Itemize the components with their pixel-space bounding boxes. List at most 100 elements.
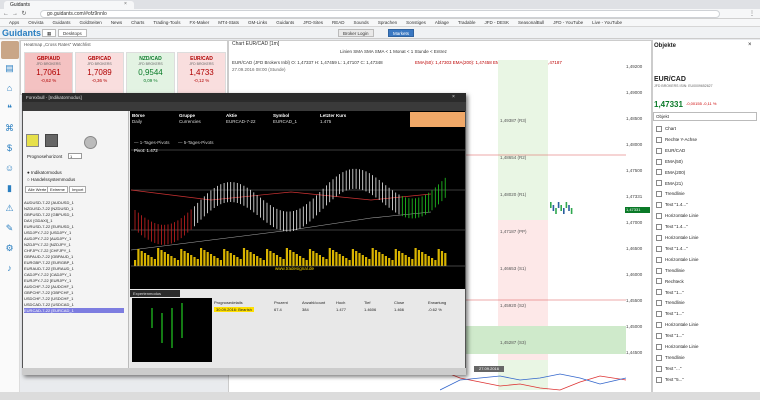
- bookmark-item[interactable]: Apps: [9, 19, 19, 26]
- instrument-list-item[interactable]: USDCHF-7-22 [USDCHF_1: [24, 296, 124, 301]
- quote-icon[interactable]: ❝: [3, 102, 16, 115]
- tradesignal-titlebar[interactable]: Forexbull - [Indikatormodus]: [22, 93, 466, 102]
- desktops-button[interactable]: Desktops: [58, 29, 87, 37]
- bookmark-item[interactable]: Sprachen: [378, 19, 397, 26]
- forward-icon[interactable]: →: [11, 10, 19, 18]
- object-search-input[interactable]: Objekt: [653, 112, 757, 121]
- object-list-item[interactable]: Horizontale Linie: [656, 211, 699, 221]
- instrument-list-item[interactable]: GBPCHF-7-22 [GBPCHF_1: [24, 290, 124, 295]
- heatmap-tile[interactable]: EUR/CAD JFD BROKERS 1,4733 -0,12 %: [177, 52, 226, 94]
- bookmark-item[interactable]: Charts: [131, 19, 144, 26]
- bookmark-item[interactable]: Guidants: [53, 19, 71, 26]
- url-input[interactable]: go.guidants.com/#ofz9nnlo: [40, 10, 720, 18]
- save-icon[interactable]: [45, 134, 58, 147]
- object-list-item[interactable]: Chart: [656, 124, 676, 134]
- object-list-item[interactable]: Trendlinie: [656, 298, 685, 308]
- object-list-item[interactable]: Text "1...": [656, 331, 684, 341]
- instrument-list-item[interactable]: CADJPY-7-22 [CADJPY_1: [24, 272, 124, 277]
- window-close-icon[interactable]: ×: [452, 94, 455, 100]
- bookmark-item[interactable]: JFD - DESK: [484, 19, 509, 26]
- stop-icon[interactable]: [84, 136, 97, 149]
- radio-indicator-mode[interactable]: ● Indikatormodus: [27, 170, 62, 175]
- instrument-list-item[interactable]: GBPUSD-7-22 [GBPUSD_1: [24, 212, 124, 217]
- object-list-item[interactable]: Trendlinie: [656, 266, 685, 276]
- bookmark-item[interactable]: READ: [332, 19, 345, 26]
- instrument-list-item[interactable]: NZDUSD-7-22 [NZDUSD_1: [24, 206, 124, 211]
- instrument-list-item[interactable]: EURJPY-7-22 [EURJPY_1: [24, 278, 124, 283]
- markets-button[interactable]: Markets: [388, 29, 415, 37]
- menu-icon[interactable]: ⋮: [748, 10, 756, 18]
- object-list-item[interactable]: Horizontale Linie: [656, 255, 699, 265]
- note-icon[interactable]: ✎: [3, 222, 16, 235]
- heatmap-tile[interactable]: NZD/CAD JFD BROKERS 0,9544 0,09 %: [126, 52, 175, 94]
- heatmap-tile[interactable]: GBP/CAD JFD BROKERS 1,7089 -0,36 %: [75, 52, 124, 94]
- expert-mode-tab[interactable]: Expertenmodus: [130, 290, 180, 297]
- instrument-list-item[interactable]: CHFJPY-7-22 [CHFJPY_1: [24, 248, 124, 253]
- instrument-list-item[interactable]: EURGBP-7-22 [EURGBP_1: [24, 260, 124, 265]
- cart-icon[interactable]: ⌂: [3, 82, 16, 95]
- object-list-item[interactable]: Text "1.4...": [656, 200, 688, 210]
- chart-toolbar[interactable]: Linien SMA SMA SMA < 1 Monat < 1 Stunde …: [340, 49, 447, 54]
- object-list-item[interactable]: Trendlinie: [656, 353, 685, 363]
- reload-icon[interactable]: ↻: [20, 10, 28, 18]
- instrument-list-item[interactable]: AUDJPY-7-22 [AUDJPY_1: [24, 236, 124, 241]
- object-list-item[interactable]: Text "1...": [656, 309, 684, 319]
- grid-icon[interactable]: ▦: [42, 29, 57, 37]
- bookmark-item[interactable]: News: [111, 19, 122, 26]
- avatar[interactable]: [1, 41, 19, 59]
- bookmark-item[interactable]: JFD-Sites: [303, 19, 323, 26]
- object-list-item[interactable]: Text "5...": [656, 375, 684, 385]
- object-list-item[interactable]: Text "1...": [656, 288, 684, 298]
- close-tab-icon[interactable]: ×: [124, 1, 127, 7]
- guidants-logo[interactable]: Guidants: [2, 27, 41, 39]
- instrument-list-item[interactable]: EURAUD-7-22 [EURAUD_1: [24, 266, 124, 271]
- bell-icon[interactable]: ♪: [3, 262, 16, 275]
- bookmark-item[interactable]: Guidants: [276, 19, 294, 26]
- prognose-input[interactable]: 1: [68, 153, 82, 159]
- browser-tab[interactable]: Guidants: [4, 1, 134, 9]
- instrument-list-item[interactable]: DAX [GDAXI]_1: [24, 218, 124, 223]
- instrument-list-item[interactable]: USDCAD-7-22 [USDCAD_1: [24, 302, 124, 307]
- price-chart-canvas[interactable]: [440, 60, 626, 395]
- object-list-item[interactable]: EMA(200): [656, 168, 685, 178]
- bookmark-item[interactable]: GoldSeiten: [80, 19, 102, 26]
- object-list-item[interactable]: Horizontale Linie: [656, 320, 699, 330]
- bookmark-item[interactable]: Live - YouTube: [592, 19, 622, 26]
- bookmark-item[interactable]: FX-Maker: [189, 19, 209, 26]
- object-list-item[interactable]: Rechteck: [656, 277, 684, 287]
- close-icon[interactable]: ×: [748, 42, 752, 48]
- bookmark-item[interactable]: Sounds: [354, 19, 369, 26]
- bookmark-item[interactable]: MT4-Stats: [218, 19, 239, 26]
- instrument-list-item[interactable]: AUDUSD-7-22 [AUDUSD_1: [24, 200, 124, 205]
- instrument-list-item[interactable]: AUDCHF-7-22 [AUDCHF_1: [24, 284, 124, 289]
- bookmark-item[interactable]: Onvista: [28, 19, 43, 26]
- heatmap-tile[interactable]: GBP/AUD JFD BROKERS 1,7061 -0,62 %: [24, 52, 73, 94]
- bookmark-icon[interactable]: ▮: [3, 182, 16, 195]
- instrument-list-item[interactable]: GBPAUD-7-22 [GBPAUD_1: [24, 254, 124, 259]
- radio-system-mode[interactable]: ○ Handelssystemmodus: [27, 177, 75, 182]
- object-list-item[interactable]: Text "...": [656, 364, 681, 374]
- instrument-list-item[interactable]: EURCAD-7-22 [EURCAD_1: [24, 308, 124, 313]
- object-list-item[interactable]: Rechte Y-Achse: [656, 135, 697, 145]
- bookmark-item[interactable]: JFD - YouTube: [553, 19, 583, 26]
- back-icon[interactable]: ←: [2, 10, 10, 18]
- instrument-list-item[interactable]: NZDJPY-7-22 [NZDJPY_1: [24, 242, 124, 247]
- bookmark-item[interactable]: Ablage: [435, 19, 449, 26]
- tab-1[interactable]: Extreme: [47, 186, 68, 193]
- bookmark-item[interactable]: GM-Links: [248, 19, 267, 26]
- people-icon[interactable]: ☺: [3, 162, 16, 175]
- bookmark-item[interactable]: SeasonalBull: [518, 19, 544, 26]
- object-list-item[interactable]: Text "1.4...": [656, 222, 688, 232]
- broker-login-button[interactable]: Broker Login: [338, 29, 374, 37]
- settings-icon[interactable]: ⚙: [3, 242, 16, 255]
- warning-icon[interactable]: ⚠: [3, 202, 16, 215]
- instrument-list-item[interactable]: EURUSD-7-22 [EURUSD_1: [24, 224, 124, 229]
- bookmark-item[interactable]: Trading-Tools: [153, 19, 180, 26]
- object-list-item[interactable]: EUR/CAD: [656, 146, 685, 156]
- bookmark-item[interactable]: Tradable: [458, 19, 476, 26]
- object-list-item[interactable]: EMA(21): [656, 179, 683, 189]
- tab-2[interactable]: Import: [69, 186, 87, 193]
- bookmark-item[interactable]: Sonstiges: [406, 19, 426, 26]
- folder-icon[interactable]: [26, 134, 39, 147]
- bank-icon[interactable]: ⌘: [3, 122, 16, 135]
